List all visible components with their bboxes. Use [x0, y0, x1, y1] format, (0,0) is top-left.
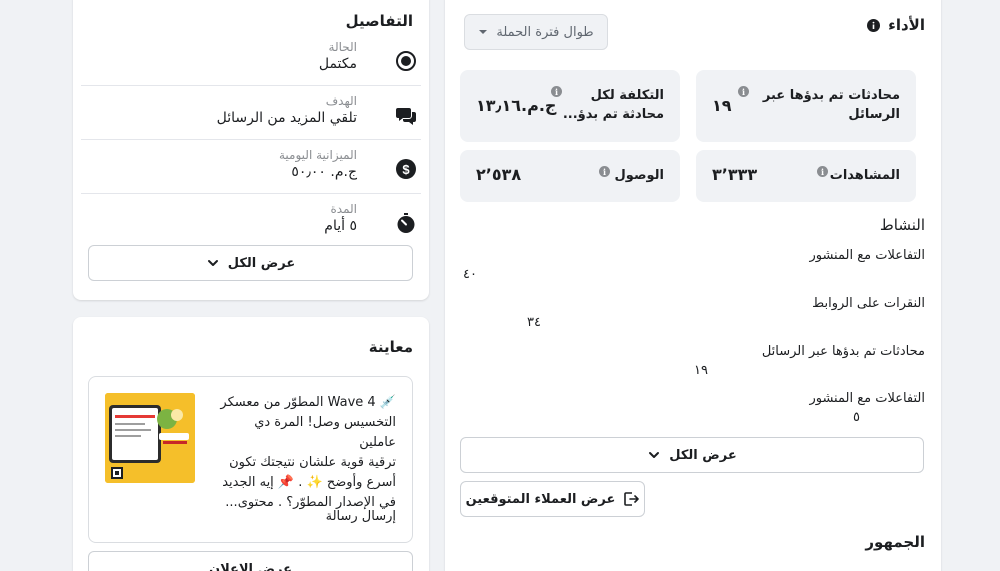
view-leads-label: عرض العملاء المتوقعين [465, 491, 616, 507]
info-icon[interactable]: i [817, 166, 828, 177]
detail-label: الميزانية اليومية [278, 148, 357, 162]
metric-label: المشاهدات [829, 168, 900, 183]
activity-label: التفاعلات مع المنشور [809, 391, 925, 406]
status-radio-icon [396, 51, 416, 71]
chevron-down-icon [649, 452, 660, 458]
detail-row-status: الحالة مكتمل [81, 32, 421, 86]
metric-value: ج.م.١٣٫١٦ [476, 96, 557, 115]
caret-down-icon [479, 30, 488, 34]
activity-show-all-button[interactable]: عرض الكل [460, 437, 924, 473]
ad-thumbnail [105, 393, 195, 483]
ad-text-line: ترقية قوية علشان نتيجتك تكون [229, 455, 396, 470]
activity-value: ٥ [853, 410, 860, 425]
ad-cta-text: إرسال رسالة [325, 509, 396, 524]
activity-label: النقرات على الروابط [812, 296, 925, 311]
activity-value: ١٩ [694, 363, 708, 378]
activity-label: محادثات تم بدؤها عبر الرسائل [761, 344, 925, 359]
metric-tile-cost-per-conversation: التكلفة لكل محادثة تم بدؤ... i ج.م.١٣٫١٦ [460, 70, 680, 142]
ad-text-line: أسرع وأوضح ✨ . 📌 إيه الجديد [222, 475, 396, 490]
metric-label: محادثات تم بدؤها عبر الرسائل [762, 88, 900, 122]
detail-value: ج.م. ٥٠٫٠٠ [291, 164, 357, 180]
chat-bubbles-icon [396, 108, 416, 125]
svg-text:$: $ [402, 162, 410, 177]
activity-value: ٣٤ [527, 315, 541, 330]
metric-tile-reach: الوصول i ٢٬٥٣٨ [460, 150, 680, 202]
view-ad-button[interactable]: عرض الإعلان [88, 551, 413, 571]
detail-value: ٥ أيام [324, 218, 357, 234]
stopwatch-icon [397, 213, 415, 233]
metric-value: ٣٬٣٣٣ [712, 165, 758, 184]
metric-tile-impressions: المشاهدات i ٣٬٣٣٣ [696, 150, 916, 202]
metric-tile-conversations: محادثات تم بدؤها عبر الرسائل i ١٩ [696, 70, 916, 142]
ad-text-line: التخسيس وصل! المرة دي عاملين [254, 415, 396, 450]
metric-label: الوصول [614, 168, 664, 183]
date-range-dropdown[interactable]: طوال فترة الحملة [464, 14, 608, 50]
detail-label: الهدف [325, 94, 357, 108]
performance-header: الأداء [867, 16, 925, 34]
info-icon[interactable] [867, 18, 881, 32]
detail-value: مكتمل [318, 56, 357, 72]
date-range-label: طوال فترة الحملة [496, 24, 594, 40]
detail-row-duration: المدة ٥ أيام [81, 194, 421, 248]
detail-label: المدة [330, 202, 357, 216]
performance-title: الأداء [888, 16, 925, 34]
activity-title: النشاط [879, 216, 925, 234]
metric-label: التكلفة لكل محادثة تم بدؤ... [562, 88, 664, 122]
info-icon[interactable]: i [738, 86, 749, 97]
activity-value: ٤٠ [463, 267, 477, 282]
preview-title: معاينة [368, 338, 413, 356]
chevron-down-icon [207, 260, 218, 266]
view-leads-button[interactable]: عرض العملاء المتوقعين [460, 481, 645, 517]
ad-creative-image [105, 393, 195, 483]
activity-label: التفاعلات مع المنشور [809, 248, 925, 263]
export-icon [624, 492, 640, 506]
ad-text-line: 💉 Wave 4 المطوّر من معسكر [220, 395, 396, 410]
show-all-label: عرض الكل [669, 447, 737, 463]
metric-value: ١٩ [712, 96, 732, 115]
ad-primary-text: 💉 Wave 4 المطوّر من معسكر التخسيس وصل! ا… [214, 393, 396, 513]
details-card: التفاصيل الحالة مكتمل الهدف تلقي المزيد … [73, 0, 429, 300]
info-icon[interactable]: i [599, 166, 610, 177]
preview-card: معاينة 💉 Wave 4 المطوّر من معسكر التخسيس… [73, 317, 429, 571]
show-all-label: عرض الكل [227, 255, 296, 271]
details-show-all-button[interactable]: عرض الكل [88, 245, 413, 281]
view-ad-label: عرض الإعلان [209, 561, 292, 571]
detail-label: الحالة [328, 40, 357, 54]
dollar-coin-icon: $ [396, 159, 416, 179]
metric-value: ٢٬٥٣٨ [476, 165, 522, 184]
audience-title: الجمهور [865, 533, 925, 551]
performance-card: الأداء طوال فترة الحملة محادثات تم بدؤها… [445, 0, 941, 571]
detail-row-budget: $ الميزانية اليومية ج.م. ٥٠٫٠٠ [81, 140, 421, 194]
ad-preview[interactable]: 💉 Wave 4 المطوّر من معسكر التخسيس وصل! ا… [88, 376, 413, 543]
details-title: التفاصيل [345, 12, 413, 30]
detail-row-goal: الهدف تلقي المزيد من الرسائل [81, 86, 421, 140]
detail-value: تلقي المزيد من الرسائل [216, 110, 357, 126]
